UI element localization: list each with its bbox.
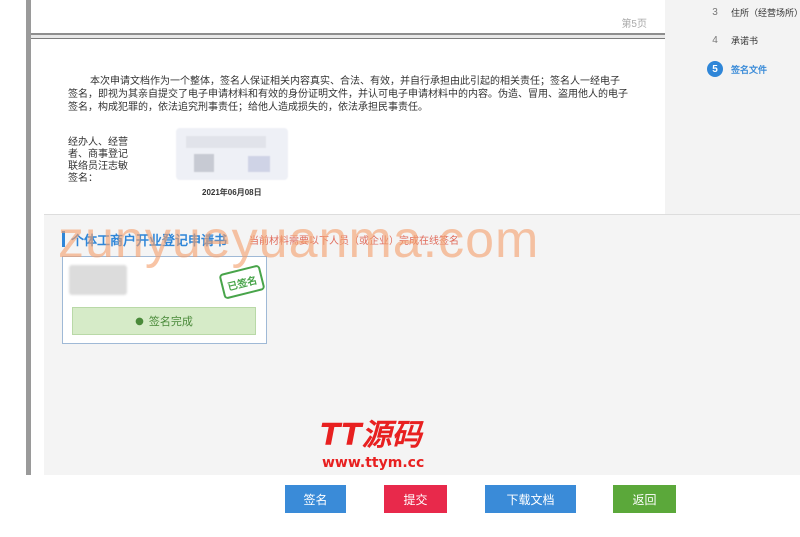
sign-status: ● 签名完成 xyxy=(72,307,256,335)
signature-image xyxy=(176,128,288,180)
step-number: 4 xyxy=(712,34,718,46)
step-number: 5 xyxy=(707,61,723,77)
step-item-sign-file[interactable]: 5 签名文件 xyxy=(707,61,767,77)
signer-name-blurred xyxy=(69,265,127,295)
signed-stamp: 已签名 xyxy=(218,264,266,300)
back-button[interactable]: 返回 xyxy=(613,485,676,513)
left-margin xyxy=(0,0,26,537)
panel-note: 当前材料需要以下人员（或企业）完成在线签名 xyxy=(249,235,460,247)
sign-status-label: 签名完成 xyxy=(148,315,193,328)
step-item-commitment[interactable]: 4 承诺书 xyxy=(707,32,758,48)
page-number: 第5页 xyxy=(621,19,647,30)
check-circle-icon: ● xyxy=(135,315,144,327)
brand-name: TT源码 xyxy=(320,418,422,453)
signature-date: 2021年06月08日 xyxy=(202,188,262,197)
brand-logo: TT源码 www.ttym.cc xyxy=(320,418,470,472)
signer-label: 经办人、经营者、商事登记联络员汪志敏 签名： xyxy=(68,137,128,184)
step-label: 签名文件 xyxy=(731,65,768,76)
page-footer: 第5页 xyxy=(31,0,665,35)
sign-button[interactable]: 签名 xyxy=(285,485,346,513)
download-document-button[interactable]: 下载文档 xyxy=(485,485,576,513)
step-number: 3 xyxy=(712,6,718,18)
page-divider xyxy=(31,35,665,39)
brand-url: www.ttym.cc xyxy=(322,455,425,471)
step-label: 承诺书 xyxy=(731,36,759,47)
panel-title: 个体工商户开业登记申请书 xyxy=(71,233,228,249)
signer-card[interactable]: 已签名 ● 签名完成 xyxy=(62,256,267,344)
step-item-address[interactable]: 3 住所（经营场所） xyxy=(707,4,800,20)
declaration-paragraph: 本次申请文档作为一个整体，签名人保证相关内容真实、合法、有效，并自行承担由此引起… xyxy=(68,76,628,113)
panel-header: 个体工商户开业登记申请书 当前材料需要以下人员（或企业）完成在线签名 xyxy=(62,229,459,249)
title-accent-bar xyxy=(62,231,65,247)
step-label: 住所（经营场所） xyxy=(731,8,800,19)
submit-button[interactable]: 提交 xyxy=(384,485,447,513)
steps-panel: 3 住所（经营场所） 4 承诺书 5 签名文件 xyxy=(665,0,800,214)
